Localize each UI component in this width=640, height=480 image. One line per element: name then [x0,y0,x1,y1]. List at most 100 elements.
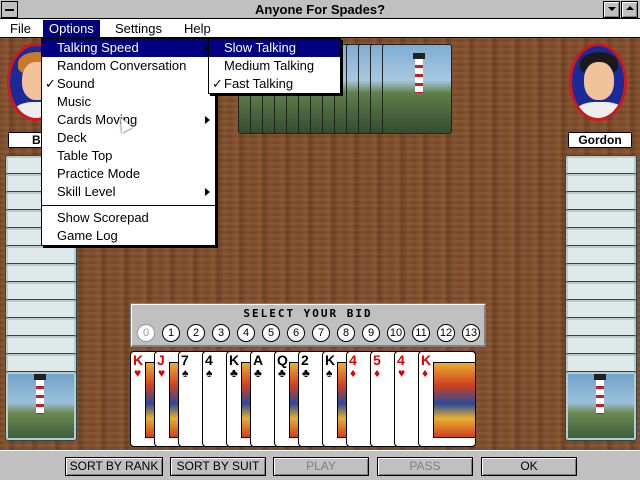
bid-button-7[interactable]: 7 [312,324,330,342]
bid-button-13[interactable]: 13 [462,324,480,342]
menu-item-label: Skill Level [57,184,116,199]
card-rank: A [253,352,264,368]
window-title: Anyone For Spades? [254,2,386,17]
bid-button-4[interactable]: 4 [237,324,255,342]
menu-file[interactable]: File [4,20,37,37]
lighthouse-art [594,374,606,414]
check-icon: ✓ [212,76,223,91]
court-card-art [433,362,475,438]
bid-button-1[interactable]: 1 [162,324,180,342]
card-suit-icon: ♣ [254,366,262,380]
bid-button-0[interactable]: 0 [137,324,155,342]
sort-by-rank-button[interactable]: SORT BY RANK [65,457,163,476]
card-rank: J [157,352,165,368]
menu-item-medium-talking[interactable]: Medium Talking [209,57,340,75]
card-rank: K [229,352,240,368]
bid-button-3[interactable]: 3 [212,324,230,342]
bid-button-2[interactable]: 2 [187,324,205,342]
menu-options[interactable]: Options [43,20,100,37]
bid-button-6[interactable]: 6 [287,324,305,342]
east-player-name: Gordon [568,132,632,148]
play-button[interactable]: PLAY [273,457,369,476]
card-suit-icon: ♠ [182,366,189,380]
card-rank: Q [277,352,288,368]
bid-button-10[interactable]: 10 [387,324,405,342]
menu-item-random-conversation[interactable]: Random Conversation [42,57,215,75]
menu-item-label: Random Conversation [57,58,187,73]
bid-panel-title: SELECT YOUR BID [243,307,373,320]
card-suit-icon: ♠ [206,366,213,380]
card-rank: 5 [373,352,381,368]
check-icon: ✓ [45,76,56,91]
sort-by-suit-button[interactable]: SORT BY SUIT [170,457,266,476]
bid-button-12[interactable]: 12 [437,324,455,342]
ok-button[interactable]: OK [481,457,577,476]
menu-item-label: Music [57,94,91,109]
menu-item-practice-mode[interactable]: Practice Mode [42,165,215,183]
card-rank: K [325,352,336,368]
card-rank: 7 [181,352,189,368]
pass-button[interactable]: PASS [377,457,473,476]
lighthouse-art [34,374,46,414]
title-bar: Anyone For Spades? [0,0,640,19]
card-rank: 4 [397,352,405,368]
menu-item-music[interactable]: Music [42,93,215,111]
menu-item-deck[interactable]: Deck [42,129,215,147]
lighthouse-art [413,53,425,93]
bid-panel: SELECT YOUR BID 0 1 2 3 4 5 6 7 8 9 10 11 12 13 [130,303,486,347]
menu-item-label: Table Top [57,148,113,163]
card-rank: 2 [301,352,309,368]
card-rank: K [133,352,144,368]
menu-item-label: Talking Speed [57,40,139,55]
talking-speed-submenu: Slow Talking Medium Talking ✓ Fast Talking [208,38,341,94]
maximize-button[interactable] [621,1,638,18]
card-rank: 4 [205,352,213,368]
menu-item-table-top[interactable]: Table Top [42,147,215,165]
submenu-arrow-icon [205,116,210,124]
card-rank: 4 [349,352,357,368]
card-suit-icon: ♥ [134,366,142,380]
menu-item-label: Show Scorepad [57,210,149,225]
menu-item-label: Deck [57,130,87,145]
card-back [382,44,452,134]
bid-button-9[interactable]: 9 [362,324,380,342]
menu-item-skill-level[interactable]: Skill Level [42,183,215,201]
menu-item-sound[interactable]: ✓ Sound [42,75,215,93]
menu-item-talking-speed[interactable]: Talking Speed [42,39,215,57]
card-suit-icon: ♣ [230,366,238,380]
menu-separator [42,205,215,206]
card-back [5,371,77,441]
east-player-avatar [569,43,627,121]
card-suit-icon: ♦ [350,366,357,380]
options-menu: Talking Speed Random Conversation ✓ Sound Mu… [41,38,216,246]
card-suit-icon: ♥ [158,366,166,380]
menu-item-label: Fast Talking [224,76,294,91]
card-suit-icon: ♣ [278,366,286,380]
card-suit-icon: ♣ [302,366,310,380]
menu-help[interactable]: Help [178,20,217,37]
card-suit-icon: ♠ [326,366,333,380]
bid-button-11[interactable]: 11 [412,324,430,342]
hand-card[interactable]: K ♦ [418,351,476,447]
menu-item-show-scorepad[interactable]: Show Scorepad [42,209,215,227]
card-suit-icon: ♥ [398,366,406,380]
action-bar: SORT BY RANK SORT BY SUIT PLAY PASS OK [0,450,640,480]
menu-item-game-log[interactable]: Game Log [42,227,215,245]
bid-button-5[interactable]: 5 [262,324,280,342]
menu-item-label: Medium Talking [224,58,315,73]
submenu-arrow-icon [205,188,210,196]
menu-item-label: Practice Mode [57,166,141,181]
card-suit-icon: ♦ [422,366,429,380]
menu-item-fast-talking[interactable]: ✓ Fast Talking [209,75,340,93]
card-rank: K [421,352,432,368]
menu-settings[interactable]: Settings [109,20,168,37]
menu-item-label: Game Log [57,228,118,243]
card-back [565,371,637,441]
menu-bar: File Options Settings Help [0,19,640,38]
menu-item-label: Sound [57,76,95,91]
minimize-button[interactable] [603,1,620,18]
menu-item-slow-talking[interactable]: Slow Talking [209,39,340,57]
card-suit-icon: ♦ [374,366,381,380]
menu-item-label: Slow Talking [224,40,297,55]
bid-button-8[interactable]: 8 [337,324,355,342]
